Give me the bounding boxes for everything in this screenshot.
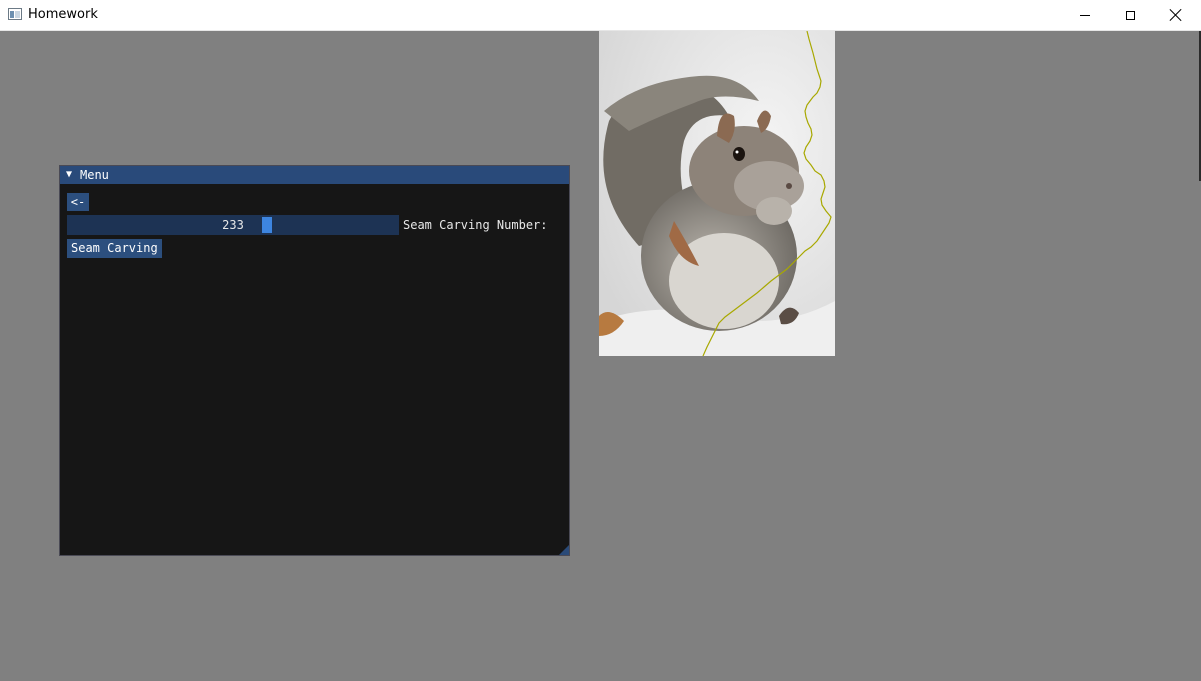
seam-carving-button[interactable]: Seam Carving [67,239,162,258]
menu-panel-header[interactable]: ▼ Menu [60,166,569,184]
slider-value: 233 [222,218,244,232]
close-icon [1169,8,1183,22]
close-button[interactable] [1153,0,1199,30]
window-titlebar[interactable]: Homework [0,0,1201,31]
window-title: Homework [28,7,98,22]
seam-number-label: Seam Carving Number: [403,218,548,232]
maximize-icon [1125,10,1135,20]
minimize-icon [1080,14,1090,16]
minimize-button[interactable] [1062,0,1108,30]
seam-number-slider[interactable]: 233 [67,215,399,235]
app-window-icon [8,8,22,20]
menu-panel: ▼ Menu <- 233 Seam Carving Number: Seam … [59,165,570,556]
back-button[interactable]: <- [67,193,89,211]
collapse-triangle-icon[interactable]: ▼ [66,166,72,184]
result-image [599,31,835,356]
menu-panel-title: Menu [80,168,109,182]
maximize-button[interactable] [1107,0,1153,30]
squirrel-image [599,31,835,356]
resize-grip[interactable] [559,545,569,555]
